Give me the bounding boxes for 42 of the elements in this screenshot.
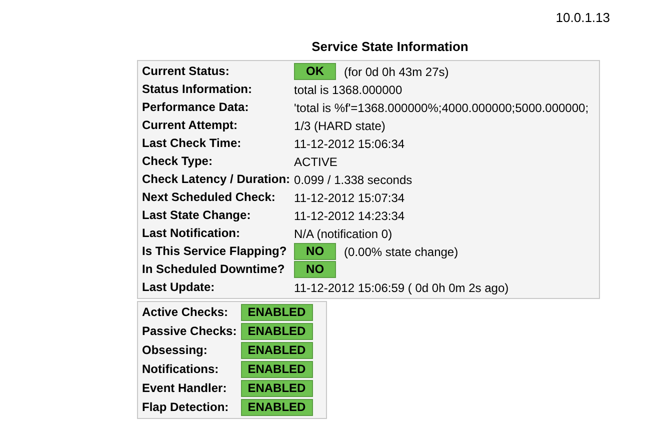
field-label: Last State Change: (142, 207, 252, 224)
field-label: Is This Service Flapping? (142, 243, 288, 260)
status-badge: ENABLED (240, 399, 313, 416)
field-label: In Scheduled Downtime? (142, 261, 286, 278)
field-label: Obsessing: (142, 342, 208, 359)
status-badge: ENABLED (240, 361, 313, 378)
field-label: Performance Data: (142, 99, 250, 116)
field-label: Current Attempt: (142, 117, 239, 134)
field-value: 'total is %f'=1368.000000%;4000.000000;5000.000000; (294, 100, 589, 114)
field-value: 11-12-2012 15:06:34 (294, 136, 405, 150)
status-badge: ENABLED (240, 304, 313, 321)
field-value: ACTIVE (294, 154, 338, 168)
field-label: Check Latency / Duration: (142, 171, 292, 188)
status-badge: ENABLED (240, 323, 313, 340)
field-value: 11-12-2012 15:07:34 (294, 190, 405, 204)
field-value: 1/3 (HARD state) (294, 118, 386, 132)
field-label: Last Notification: (142, 225, 241, 242)
field-label: Next Scheduled Check: (142, 189, 276, 206)
field-label: Status Information: (142, 81, 253, 98)
field-label: Event Handler: (142, 380, 228, 397)
field-value: total is 1368.000000 (294, 82, 402, 96)
field-label: Flap Detection: (142, 399, 230, 416)
field-value: 11-12-2012 15:06:59 ( 0d 0h 0m 2s ago) (294, 280, 509, 294)
field-value: 11-12-2012 14:23:34 (294, 208, 405, 222)
field-label: Last Update: (142, 279, 216, 296)
status-badge: NO (294, 243, 336, 260)
field-label: Notifications: (142, 361, 220, 378)
status-badge: NO (294, 261, 336, 278)
status-badge: OK (294, 63, 336, 80)
host-address: 10.0.1.13 (556, 10, 610, 25)
field-value: (0.00% state change) (344, 244, 458, 258)
field-label: Active Checks: (142, 304, 230, 321)
field-label: Passive Checks: (142, 323, 238, 340)
field-label: Current Status: (142, 63, 230, 80)
section-title: Service State Information (312, 39, 468, 54)
status-badge: ENABLED (240, 380, 313, 397)
field-label: Check Type: (142, 153, 214, 170)
field-value: 0.099 / 1.338 seconds (294, 172, 412, 186)
status-badge: ENABLED (240, 342, 313, 359)
field-value: N/A (notification 0) (294, 226, 392, 240)
field-label: Last Check Time: (142, 135, 242, 152)
field-value: (for 0d 0h 43m 27s) (344, 64, 449, 78)
